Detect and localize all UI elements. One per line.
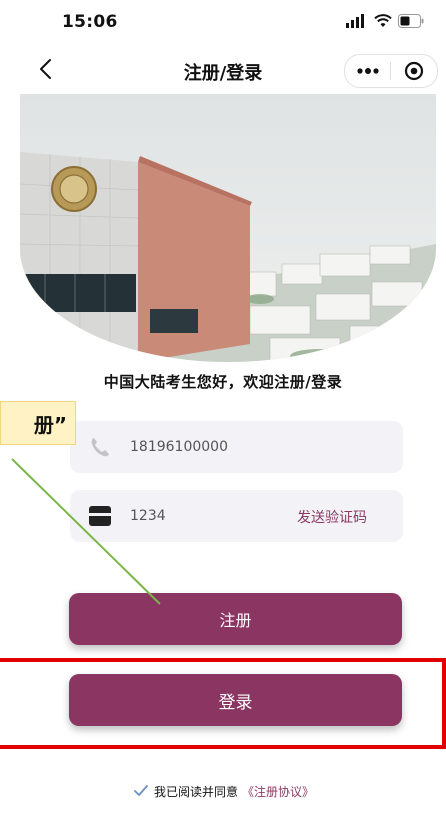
- status-icons: [346, 14, 424, 28]
- code-value: 1234: [130, 508, 166, 524]
- agreement-row: 我已阅读并同意 《注册协议》: [0, 782, 446, 800]
- status-time: 15:06: [62, 12, 118, 32]
- status-bar: 15:06: [0, 0, 446, 44]
- miniprogram-capsule: [344, 54, 438, 88]
- annotation-callout: 册”: [0, 401, 76, 445]
- close-miniprogram-button[interactable]: [391, 61, 436, 81]
- cellular-signal-icon: [346, 14, 364, 28]
- nav-bar: 注册/登录: [0, 48, 446, 92]
- welcome-message: 中国大陆考生您好，欢迎注册/登录: [103, 373, 343, 391]
- target-close-icon: [404, 61, 423, 81]
- verification-code-field[interactable]: 1234 发送验证码: [70, 490, 403, 542]
- phone-icon: [70, 436, 130, 458]
- phone-field[interactable]: 18196100000: [70, 421, 403, 473]
- agreement-checkbox[interactable]: [132, 782, 150, 800]
- more-dots-icon: [356, 68, 379, 74]
- register-button[interactable]: 注册: [69, 593, 402, 645]
- checkmark-icon: [134, 785, 148, 796]
- more-button[interactable]: [345, 68, 390, 74]
- send-code-button[interactable]: 发送验证码: [297, 507, 367, 527]
- card-icon: [70, 505, 130, 527]
- login-button[interactable]: 登录: [69, 674, 402, 726]
- campus-hero-image: [20, 94, 436, 362]
- campus-illustration: [20, 94, 436, 362]
- agreement-link[interactable]: 《注册协议》: [242, 783, 314, 800]
- battery-icon: [398, 14, 424, 28]
- agreement-text: 我已阅读并同意: [153, 784, 238, 799]
- phone-value: 18196100000: [130, 439, 228, 455]
- wifi-icon: [374, 14, 392, 27]
